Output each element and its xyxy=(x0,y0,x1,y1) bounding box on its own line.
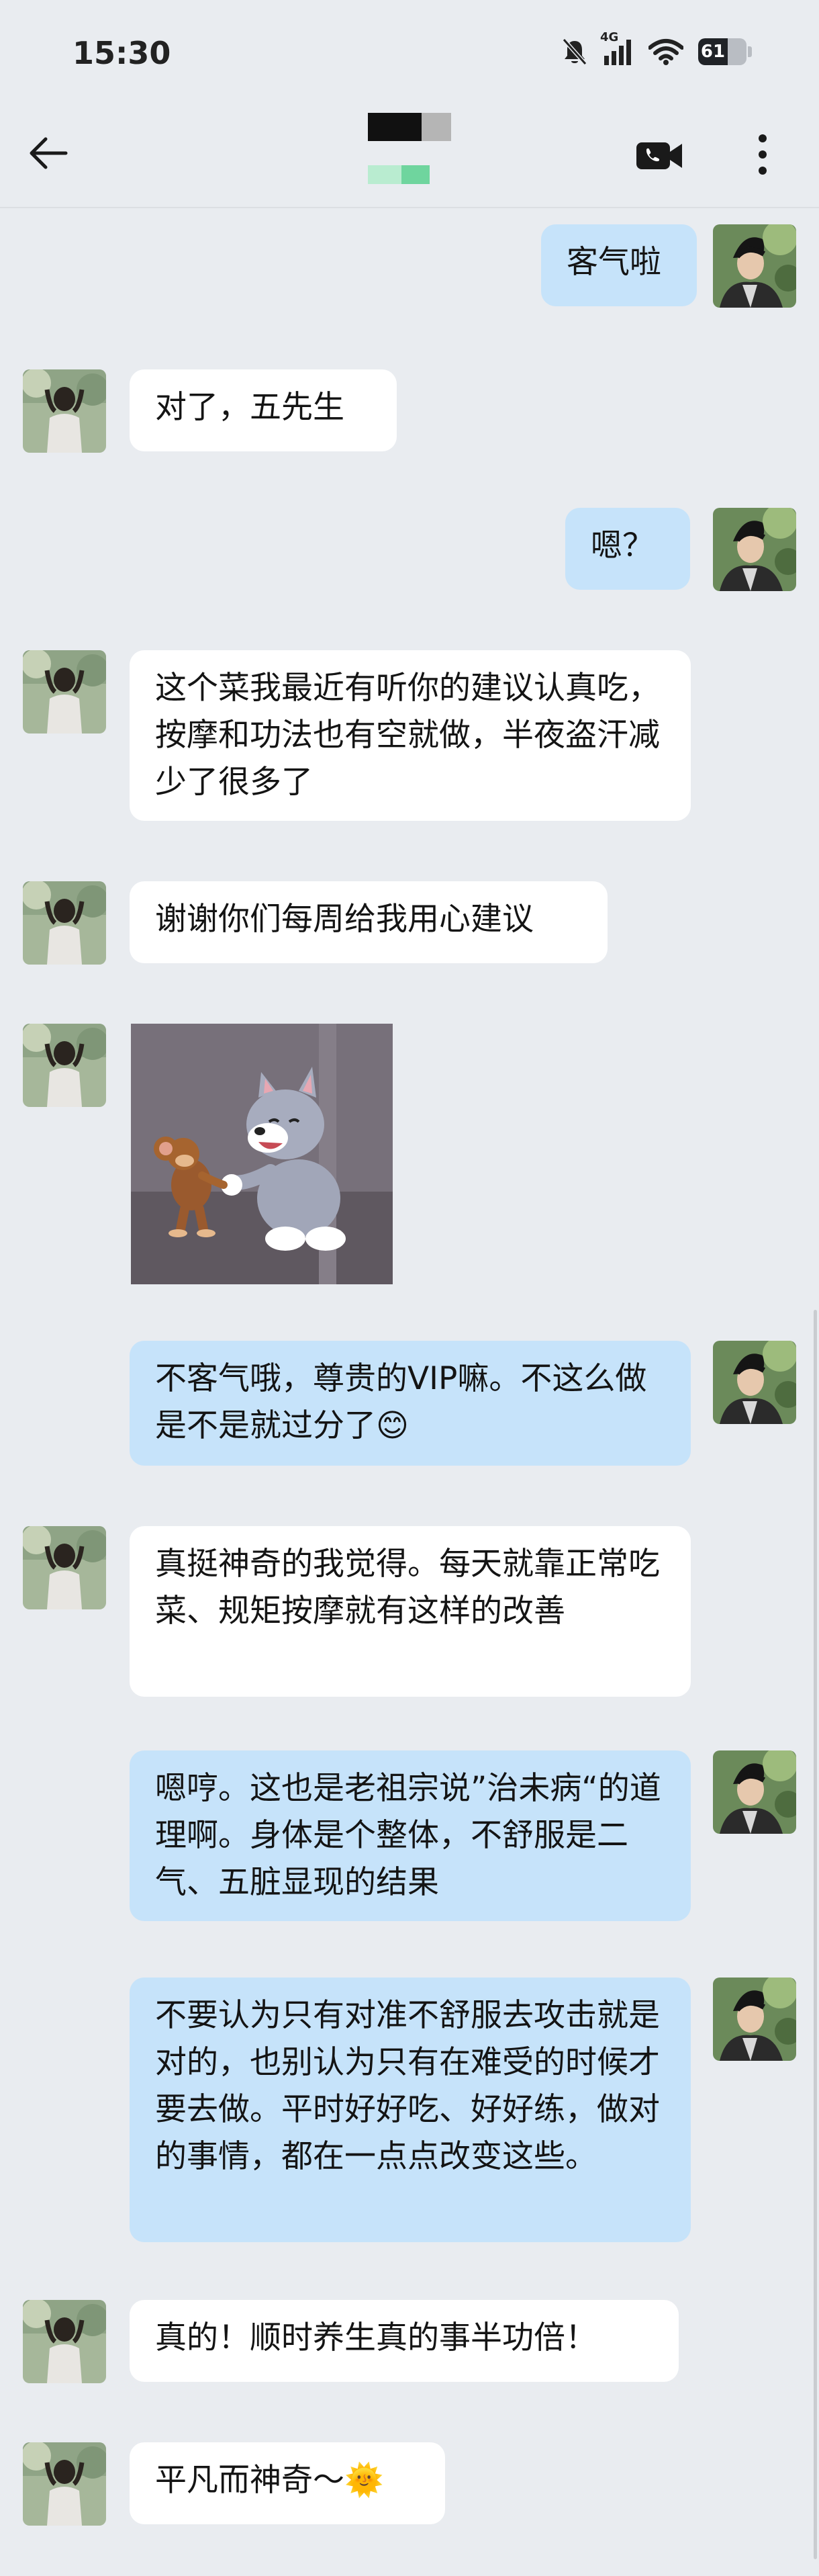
message-bubble-incoming[interactable]: 真的！顺时养生真的事半功倍！ xyxy=(130,2300,679,2382)
contact-name-redacted[interactable] xyxy=(368,113,451,141)
contact-avatar[interactable] xyxy=(23,2300,106,2383)
my-avatar[interactable] xyxy=(713,508,796,591)
status-bar: 15:30 4G 61 xyxy=(0,0,819,101)
message-bubble-outgoing[interactable]: 不要认为只有对准不舒服去攻击就是对的，也别认为只有在难受的时候才要去做。平时好好… xyxy=(130,1978,691,2242)
contact-avatar[interactable] xyxy=(23,650,106,734)
battery-cap xyxy=(748,46,752,57)
message-bubble-outgoing[interactable]: 嗯哼。这也是老祖宗说”治未病“的道理啊。身体是个整体，不舒服是二气、五脏显现的结… xyxy=(130,1750,691,1921)
my-avatar[interactable] xyxy=(713,1341,796,1424)
more-vertical-icon xyxy=(759,134,767,175)
video-call-button[interactable] xyxy=(634,136,685,176)
message-bubble-incoming[interactable]: 平凡而神奇～🌞 xyxy=(130,2442,445,2524)
contact-avatar[interactable] xyxy=(23,1024,106,1107)
cat-mouse-sticker[interactable] xyxy=(131,1024,393,1284)
signal-icon: 4G xyxy=(600,30,634,66)
video-call-icon xyxy=(636,142,682,169)
battery-body: 61 xyxy=(698,38,746,65)
contact-avatar[interactable] xyxy=(23,881,106,965)
message-bubble-outgoing[interactable]: 客气啦 xyxy=(541,224,697,306)
message-bubble-outgoing[interactable]: 不客气哦，尊贵的VIP嘛。不这么做是不是就过分了😊 xyxy=(130,1341,691,1466)
network-type: 4G xyxy=(600,30,619,44)
battery-level: 61 xyxy=(700,42,726,62)
wifi-icon xyxy=(648,38,683,65)
my-avatar[interactable] xyxy=(713,1750,796,1834)
message-bubble-incoming[interactable]: 对了，五先生 xyxy=(130,369,397,451)
contact-avatar[interactable] xyxy=(23,369,106,453)
back-arrow-icon xyxy=(30,137,68,169)
contact-avatar[interactable] xyxy=(23,2442,106,2526)
message-bubble-outgoing[interactable]: 嗯？ xyxy=(565,508,690,590)
status-time: 15:30 xyxy=(73,35,171,71)
contact-status-redacted xyxy=(368,165,430,184)
more-options-button[interactable] xyxy=(745,129,780,180)
chat-header xyxy=(0,101,819,208)
status-icons: 4G 61 xyxy=(561,30,752,69)
message-bubble-incoming[interactable]: 谢谢你们每周给我用心建议 xyxy=(130,881,608,963)
my-avatar[interactable] xyxy=(713,1978,796,2061)
sticker-image xyxy=(131,1024,393,1284)
my-avatar[interactable] xyxy=(713,224,796,308)
scrollbar[interactable] xyxy=(814,1310,817,2559)
back-button[interactable] xyxy=(24,129,73,177)
message-bubble-incoming[interactable]: 这个菜我最近有听你的建议认真吃，按摩和功法也有空就做，半夜盗汗减少了很多了 xyxy=(130,650,691,821)
battery-icon: 61 xyxy=(698,38,752,65)
message-bubble-incoming[interactable]: 真挺神奇的我觉得。每天就靠正常吃菜、规矩按摩就有这样的改善 xyxy=(130,1526,691,1697)
mute-bell-icon xyxy=(561,37,588,66)
contact-avatar[interactable] xyxy=(23,1526,106,1609)
